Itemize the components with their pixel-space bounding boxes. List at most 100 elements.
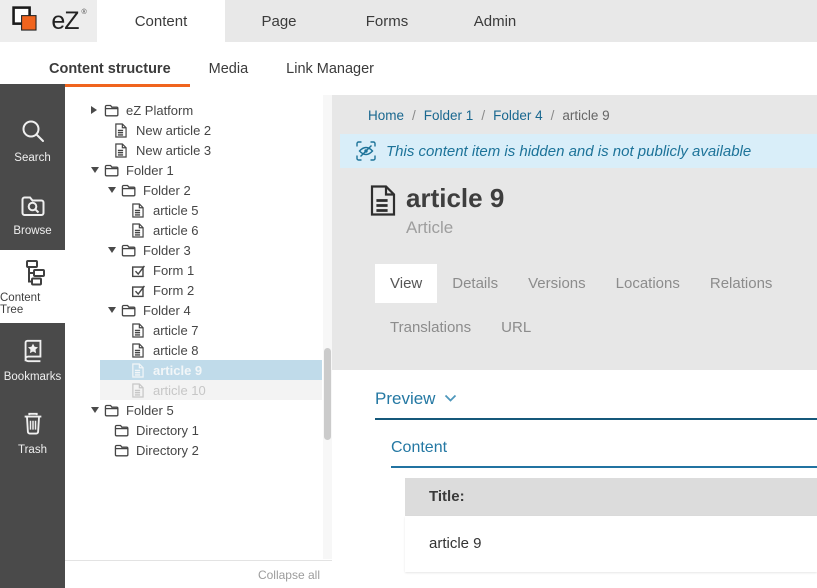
- tree-item-ez-platform[interactable]: eZ Platform: [65, 100, 332, 120]
- tree-item-folder-1[interactable]: Folder 1: [65, 160, 332, 180]
- top-tab-page[interactable]: Page: [225, 0, 333, 42]
- folder-icon: [121, 243, 137, 257]
- tree-item-label: article 10: [153, 383, 206, 398]
- tree-item-folder-4[interactable]: Folder 4: [65, 300, 332, 320]
- tree-item-label: New article 3: [136, 143, 211, 158]
- content-tree-icon: [19, 257, 46, 287]
- tree-item-label: Folder 2: [143, 183, 191, 198]
- secondary-navigation: Content structureMediaLink Manager: [0, 42, 817, 95]
- sidebar-item-bookmarks[interactable]: Bookmarks: [0, 323, 65, 396]
- tab-url[interactable]: URL: [486, 308, 546, 347]
- collapse-all-link[interactable]: Collapse all: [258, 568, 320, 582]
- breadcrumb-link-folder-4[interactable]: Folder 4: [493, 108, 543, 123]
- folder-icon: [121, 303, 137, 317]
- breadcrumb-separator: /: [551, 108, 555, 123]
- content-tree-panel: eZ Platform New article 2 New article 3 Fol…: [65, 95, 332, 588]
- article-icon: [131, 363, 147, 378]
- field-name: Title:: [405, 478, 817, 516]
- caret-collapsed-icon[interactable]: [91, 106, 104, 114]
- main-body: SearchBrowse Content Tree Bookmarks Trash e…: [0, 95, 817, 588]
- tab-details[interactable]: Details: [437, 264, 513, 303]
- tree-item-article-10[interactable]: article 10: [65, 380, 332, 400]
- tree-item-label: article 7: [153, 323, 199, 338]
- tree-item-folder-2[interactable]: Folder 2: [65, 180, 332, 200]
- top-tab-admin[interactable]: Admin: [441, 0, 549, 42]
- tree-item-label: New article 2: [136, 123, 211, 138]
- top-tab-content[interactable]: Content: [97, 0, 225, 42]
- tree-item-label: Folder 4: [143, 303, 191, 318]
- search-icon: [19, 117, 47, 147]
- trash-icon: [20, 409, 46, 439]
- tree-item-article-9[interactable]: article 9: [65, 360, 332, 380]
- sidebar-item-label: Bookmarks: [4, 371, 62, 383]
- tree-item-directory-1[interactable]: Directory 1: [65, 420, 332, 440]
- ez-platform-admin: eZ ® ContentPageFormsAdmin Content struc…: [0, 0, 817, 588]
- tree-scrollbar[interactable]: [323, 95, 332, 559]
- breadcrumb-separator: /: [412, 108, 416, 123]
- tree-item-article-8[interactable]: article 8: [65, 340, 332, 360]
- ez-logo-icon: [9, 6, 47, 37]
- tree-item-new-article-3[interactable]: New article 3: [65, 140, 332, 160]
- caret-expanded-icon[interactable]: [91, 407, 104, 413]
- registered-mark: ®: [82, 9, 87, 16]
- tree-item-folder-3[interactable]: Folder 3: [65, 240, 332, 260]
- bookmarks-icon: [20, 336, 46, 366]
- tab-versions[interactable]: Versions: [513, 264, 601, 303]
- caret-expanded-icon[interactable]: [108, 307, 121, 313]
- content-title-block: article 9 Article: [368, 184, 817, 238]
- tree-item-label: eZ Platform: [126, 103, 193, 118]
- tree-item-label: article 6: [153, 223, 199, 238]
- article-icon: [131, 343, 147, 358]
- ez-logo[interactable]: eZ ®: [0, 0, 97, 42]
- tree-item-article-6[interactable]: article 6: [65, 220, 332, 240]
- tree-item-form-2[interactable]: Form 2: [65, 280, 332, 300]
- subnav-item-media[interactable]: Media: [190, 42, 268, 95]
- content-tabs: ViewDetailsVersionsLocationsRelations Tra…: [375, 264, 815, 347]
- tree-item-article-5[interactable]: article 5: [65, 200, 332, 220]
- breadcrumb-current: article 9: [562, 108, 609, 123]
- folder-icon: [104, 103, 120, 117]
- sidebar-item-search[interactable]: Search: [0, 104, 65, 177]
- tree-item-label: Folder 5: [126, 403, 174, 418]
- hidden-eye-icon: [356, 141, 376, 161]
- content-main-panel: Home / Folder 1 / Folder 4 / article 9 This co…: [332, 95, 817, 588]
- sidebar-item-content-tree[interactable]: Content Tree: [0, 250, 65, 323]
- tree-item-directory-2[interactable]: Directory 2: [65, 440, 332, 460]
- breadcrumb-separator: /: [481, 108, 485, 123]
- tree-item-article-7[interactable]: article 7: [65, 320, 332, 340]
- subnav-item-link-manager[interactable]: Link Manager: [267, 42, 393, 95]
- tree-item-label: article 8: [153, 343, 199, 358]
- tab-translations[interactable]: Translations: [375, 308, 486, 347]
- caret-expanded-icon[interactable]: [91, 167, 104, 173]
- breadcrumb-link-folder-1[interactable]: Folder 1: [424, 108, 474, 123]
- sidebar-item-trash[interactable]: Trash: [0, 396, 65, 469]
- field-value: article 9: [405, 516, 817, 572]
- tree-item-form-1[interactable]: Form 1: [65, 260, 332, 280]
- content-type-label: Article: [406, 218, 504, 238]
- tree-item-new-article-2[interactable]: New article 2: [65, 120, 332, 140]
- caret-expanded-icon[interactable]: [108, 187, 121, 193]
- hidden-content-notice: This content item is hidden and is not p…: [340, 134, 817, 168]
- browse-icon: [19, 190, 47, 220]
- tab-relations[interactable]: Relations: [695, 264, 788, 303]
- tab-view[interactable]: View: [375, 264, 437, 303]
- logo-text: eZ: [51, 7, 78, 36]
- breadcrumb-link-home[interactable]: Home: [368, 108, 404, 123]
- tree-item-label: article 9: [153, 363, 202, 378]
- tree-item-label: Folder 3: [143, 243, 191, 258]
- article-icon: [131, 383, 147, 398]
- tree-item-label: Directory 1: [136, 423, 199, 438]
- folder-icon: [104, 163, 120, 177]
- sidebar-item-label: Content Tree: [0, 292, 65, 316]
- article-icon: [131, 223, 147, 238]
- article-icon: [114, 123, 130, 138]
- tree-scrollbar-thumb[interactable]: [324, 348, 331, 440]
- caret-expanded-icon[interactable]: [108, 247, 121, 253]
- tree-item-folder-5[interactable]: Folder 5: [65, 400, 332, 420]
- sidebar-item-browse[interactable]: Browse: [0, 177, 65, 250]
- tab-locations[interactable]: Locations: [601, 264, 695, 303]
- top-navigation: eZ ® ContentPageFormsAdmin: [0, 0, 817, 42]
- preview-section-toggle[interactable]: Preview: [375, 389, 817, 420]
- top-tab-forms[interactable]: Forms: [333, 0, 441, 42]
- folder-icon: [114, 423, 130, 437]
